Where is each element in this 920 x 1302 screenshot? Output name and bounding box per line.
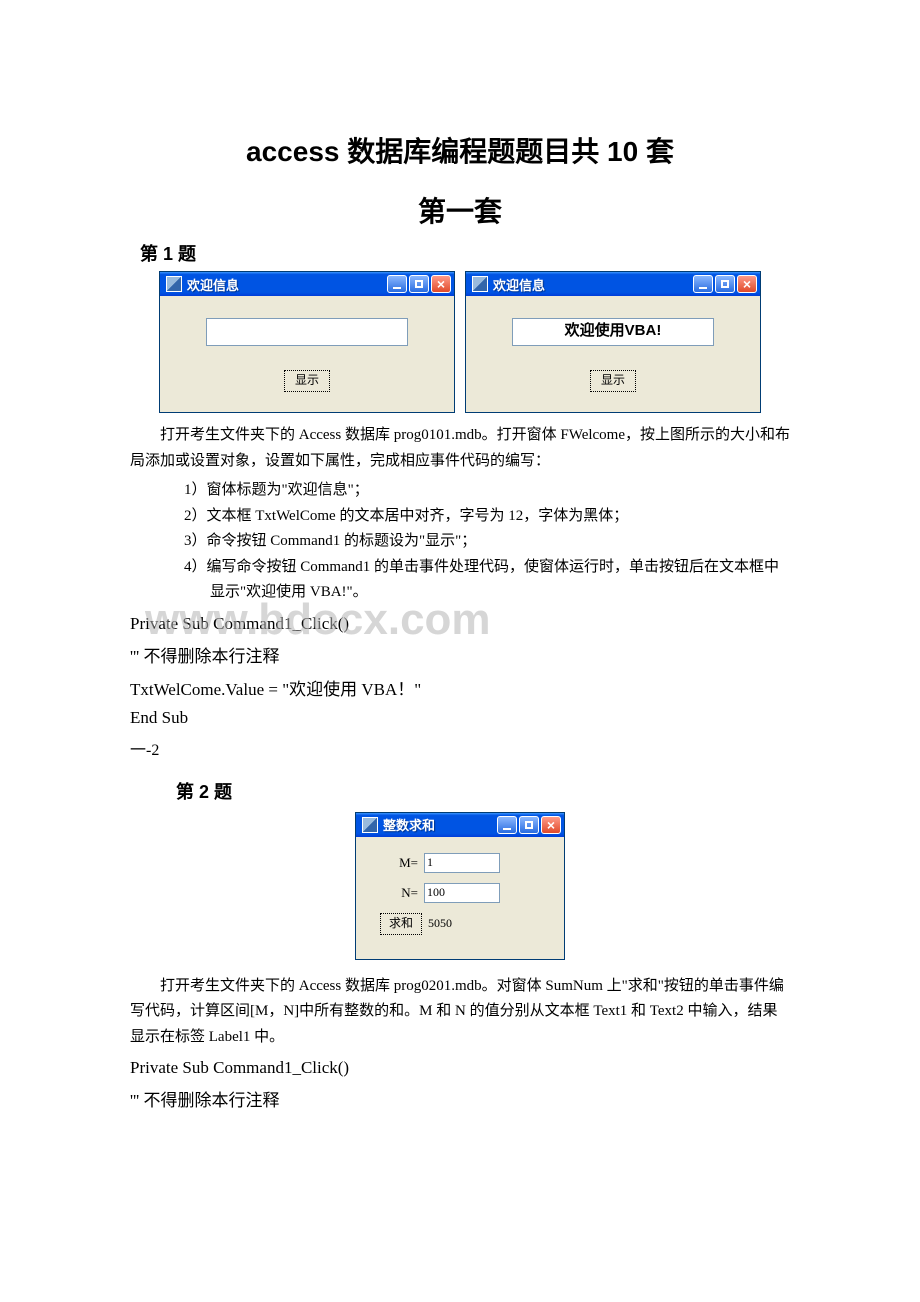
set-heading: 第一套	[130, 190, 790, 230]
close-icon[interactable]	[431, 275, 451, 293]
show-button[interactable]: 显示	[284, 370, 330, 392]
titlebar[interactable]: 欢迎信息	[466, 272, 760, 296]
window-sum: 整数求和 M= N= 求和 5050	[355, 812, 565, 960]
titlebar-buttons	[693, 275, 757, 293]
maximize-icon[interactable]	[409, 275, 429, 293]
field-n: N=	[392, 883, 552, 903]
titlebar-buttons	[497, 816, 561, 834]
q2-window-wrap: 整数求和 M= N= 求和 5050	[130, 812, 790, 960]
minimize-icon[interactable]	[693, 275, 713, 293]
window-welcome-left: 欢迎信息 显示	[159, 271, 455, 413]
question-2-header: 第 2 题	[176, 778, 790, 804]
q1-paragraph: 打开考生文件夹下的 Access 数据库 prog0101.mdb。打开窗体 F…	[130, 423, 790, 474]
list-item: 2）文本框 TxtWelCome 的文本居中对齐，字号为 12，字体为黑体；	[184, 504, 790, 530]
close-icon[interactable]	[541, 816, 561, 834]
titlebar[interactable]: 整数求和	[356, 813, 564, 837]
list-item: 1）窗体标题为"欢迎信息"；	[184, 478, 790, 504]
document-title: access 数据库编程题题目共 10 套	[130, 130, 790, 170]
titlebar[interactable]: 欢迎信息	[160, 272, 454, 296]
section-footer: 一-2	[130, 736, 790, 760]
form-icon	[166, 276, 182, 292]
list-item: 4）编写命令按钮 Command1 的单击事件处理代码，使窗体运行时，单击按钮后…	[184, 555, 790, 606]
maximize-icon[interactable]	[519, 816, 539, 834]
q1-requirement-list: 1）窗体标题为"欢迎信息"； 2）文本框 TxtWelCome 的文本居中对齐，…	[184, 478, 790, 606]
question-1-header: 第 1 题	[140, 240, 790, 266]
minimize-icon[interactable]	[497, 816, 517, 834]
input-n[interactable]	[424, 883, 500, 903]
label-m: M=	[392, 855, 418, 871]
window-title: 整数求和	[383, 815, 497, 834]
sum-row: 求和 5050	[380, 913, 552, 935]
textbox-welcome[interactable]	[206, 318, 408, 346]
show-button[interactable]: 显示	[590, 370, 636, 392]
sum-result: 5050	[428, 916, 452, 931]
window-title: 欢迎信息	[493, 275, 693, 294]
form-icon	[472, 276, 488, 292]
document-page: access 数据库编程题题目共 10 套 第一套 第 1 题 欢迎信息 显示	[0, 0, 920, 1159]
code-line: End Sub	[130, 708, 790, 728]
window-welcome-right: 欢迎信息 欢迎使用VBA! 显示	[465, 271, 761, 413]
textbox-welcome[interactable]: 欢迎使用VBA!	[512, 318, 714, 346]
list-item: 3）命令按钮 Command1 的标题设为"显示"；	[184, 529, 790, 555]
label-n: N=	[392, 885, 418, 901]
client-area: 显示	[160, 296, 454, 412]
q1-window-row: 欢迎信息 显示 欢迎信息	[130, 271, 790, 413]
minimize-icon[interactable]	[387, 275, 407, 293]
client-area: 欢迎使用VBA! 显示	[466, 296, 760, 412]
q2-paragraph: 打开考生文件夹下的 Access 数据库 prog0201.mdb。对窗体 Su…	[130, 974, 790, 1051]
close-icon[interactable]	[737, 275, 757, 293]
field-m: M=	[392, 853, 552, 873]
code-line: ''' 不得删除本行注释	[130, 642, 790, 667]
form-icon	[362, 817, 378, 833]
client-area: M= N= 求和 5050	[356, 837, 564, 959]
code-line: Private Sub Command1_Click()	[130, 1058, 790, 1078]
code-line: Private Sub Command1_Click()	[130, 614, 790, 634]
window-title: 欢迎信息	[187, 275, 387, 294]
sum-button[interactable]: 求和	[380, 913, 422, 935]
maximize-icon[interactable]	[715, 275, 735, 293]
code-line: TxtWelCome.Value = "欢迎使用 VBA！"	[130, 675, 790, 700]
input-m[interactable]	[424, 853, 500, 873]
code-line: ''' 不得删除本行注释	[130, 1086, 790, 1111]
titlebar-buttons	[387, 275, 451, 293]
